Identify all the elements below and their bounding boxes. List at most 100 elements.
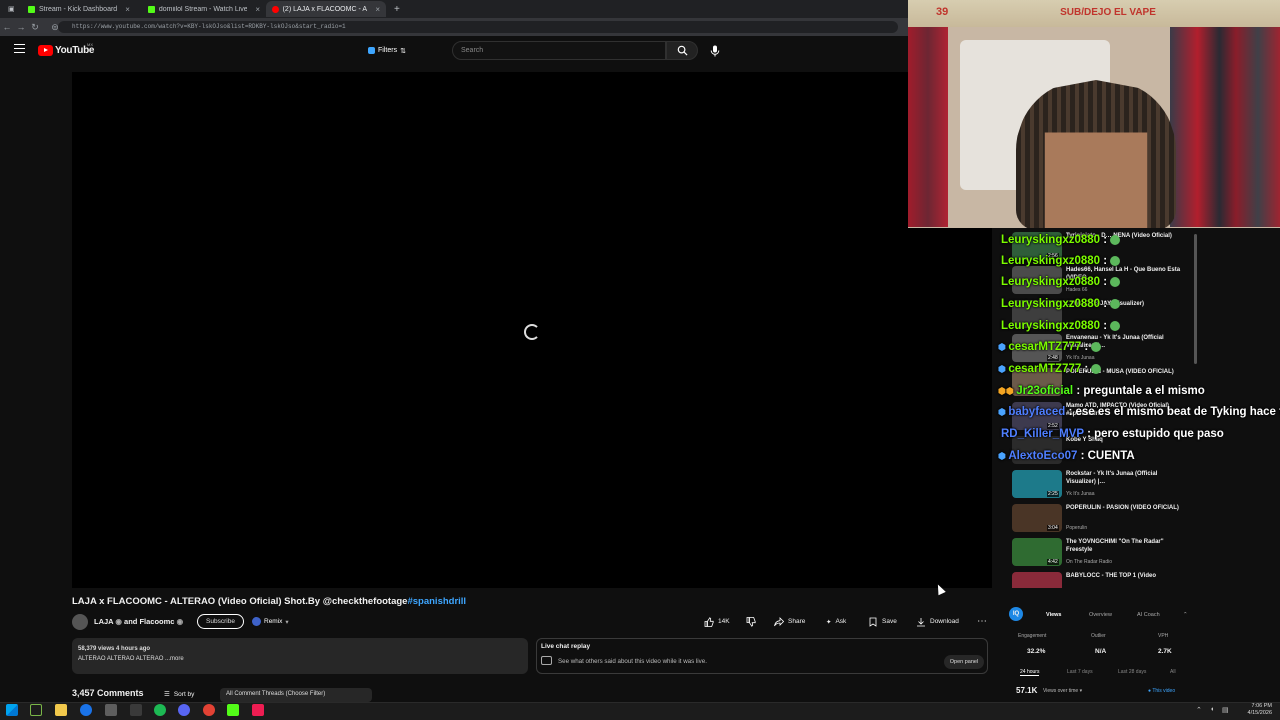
chat-username[interactable]: Leuryskingxz0880 xyxy=(1001,320,1100,332)
file-explorer-icon[interactable] xyxy=(55,704,67,716)
download-icon xyxy=(917,617,925,626)
chat-message: Leuryskingxz0880 : xyxy=(1001,276,1121,288)
range-7-days[interactable]: Last 7 days xyxy=(1067,669,1093,675)
ask-button[interactable]: ✦ Ask xyxy=(826,614,846,629)
chat-emote-icon xyxy=(1110,320,1121,331)
url-field[interactable]: https://www.youtube.com/watch?v=KBY-lskO… xyxy=(58,21,898,33)
range-all[interactable]: All xyxy=(1170,669,1176,675)
tab-youtube-video[interactable]: (2) LAJA x FLACOOMC - ALTERAO × xyxy=(266,1,386,17)
analytics-tab-ai-coach[interactable]: AI Coach xyxy=(1137,612,1160,618)
tab-kick-dashboard[interactable]: Stream - Kick Dashboard × xyxy=(22,1,142,17)
recommended-video-item[interactable]: BABYLOCC - THE TOP 1 (Video xyxy=(1012,572,1200,588)
chat-username[interactable]: Leuryskingxz0880 xyxy=(1001,276,1100,288)
range-28-days[interactable]: Last 28 days xyxy=(1118,669,1146,675)
start-icon[interactable] xyxy=(6,704,18,716)
voice-search-button[interactable] xyxy=(707,43,723,59)
chevron-up-icon[interactable]: ⌃ xyxy=(1196,706,1202,714)
video-duration: 4:42 xyxy=(1047,559,1059,565)
recommended-title[interactable]: The YOVNGCHIMI "On The Radar" Freestyle xyxy=(1066,538,1186,554)
recommended-title[interactable]: BABYLOCC - THE TOP 1 (Video xyxy=(1066,572,1186,580)
chat-username[interactable]: Leuryskingxz0880 xyxy=(1001,255,1100,267)
forward-icon[interactable]: → xyxy=(14,22,28,32)
pen-icon[interactable] xyxy=(130,704,142,716)
chat-badge-icon: ⬢ xyxy=(998,364,1009,374)
chat-message: ⬢ cesarMTZ777 : xyxy=(998,363,1102,375)
chat-message: Leuryskingxz0880 : xyxy=(1001,255,1121,267)
share-button[interactable]: Share xyxy=(774,614,805,629)
description-box[interactable]: 58,379 views 4 hours ago ALTERAO ALTERAO… xyxy=(72,638,528,674)
description-text[interactable]: ALTERAO ALTERAO ALTERAO ...more xyxy=(78,654,522,664)
app-icon[interactable] xyxy=(30,704,42,716)
recommended-video-item[interactable]: 4:42 The YOVNGCHIMI "On The Radar" Freest… xyxy=(1012,538,1200,572)
menu-icon[interactable] xyxy=(14,44,25,53)
remix-button[interactable]: Remix ▾ xyxy=(252,614,302,629)
chat-username[interactable]: Leuryskingxz0880 xyxy=(1001,298,1100,310)
chat-username[interactable]: Jr23oficial xyxy=(1016,385,1073,397)
speaker-icon[interactable]: ◖ xyxy=(1210,706,1214,713)
back-icon[interactable]: ← xyxy=(0,22,14,32)
channel-avatar[interactable] xyxy=(72,614,88,630)
channel-name[interactable]: LAJA ◉ and Flacoomc ◉ xyxy=(94,617,183,626)
analytics-tab-views[interactable]: Views xyxy=(1046,612,1062,618)
verified-icon: ◉ xyxy=(176,617,184,626)
more-actions-button[interactable]: ⋯ xyxy=(977,614,987,629)
reload-icon[interactable]: ↻ xyxy=(28,22,42,33)
views-over-time-dropdown[interactable]: Views over time ▾ xyxy=(1043,688,1082,694)
dislike-button[interactable] xyxy=(746,614,756,629)
tiktok-icon[interactable] xyxy=(252,704,264,716)
recommended-video-item[interactable]: 2:25 Rockstar - Yk It's Junaa (Official V… xyxy=(1012,470,1200,504)
search-button[interactable] xyxy=(666,41,698,60)
app-icon[interactable] xyxy=(105,704,117,716)
collab-text[interactable]: and Flacoomc xyxy=(124,617,174,626)
chrome-icon[interactable] xyxy=(203,704,215,716)
kick-favicon-icon xyxy=(148,5,155,13)
edge-browser-icon[interactable] xyxy=(80,704,92,716)
total-views: 57.1K xyxy=(1016,686,1038,695)
recommended-video-item[interactable]: 3:04 POPERULIN - PASION (VIDEO OFICIAL) Po… xyxy=(1012,504,1200,538)
chat-username[interactable]: babyfaced xyxy=(1008,406,1065,418)
network-icon[interactable]: ▤ xyxy=(1222,706,1229,714)
recommended-title[interactable]: POPERULIN - PASION (VIDEO OFICIAL) xyxy=(1066,504,1186,512)
filters-label: Filters xyxy=(378,47,398,54)
youtube-logo-icon[interactable] xyxy=(38,45,53,56)
chat-username[interactable]: cesarMTZ777 xyxy=(1008,363,1081,375)
sort-by-button[interactable]: ☰ Sort by xyxy=(164,690,194,699)
tab-kick-stream[interactable]: domiilol Stream - Watch Live on Kick × xyxy=(142,1,266,17)
chat-text: : CUENTA xyxy=(1077,450,1135,462)
vph-header: VPH xyxy=(1158,633,1169,639)
video-duration: 2:25 xyxy=(1047,491,1059,497)
discord-icon[interactable] xyxy=(178,704,190,716)
video-title: LAJA x FLACOOMC - ALTERAO (Video Oficial… xyxy=(72,596,466,607)
spotify-icon[interactable] xyxy=(154,704,166,716)
close-tab-icon[interactable]: × xyxy=(125,5,130,14)
chat-username[interactable]: Leuryskingxz0880 xyxy=(1001,234,1100,246)
system-clock[interactable]: 7:06 PM 4/15/2026 xyxy=(1248,703,1272,717)
download-button[interactable]: Download xyxy=(916,614,959,629)
recommended-title[interactable]: Rockstar - Yk It's Junaa (Official Visua… xyxy=(1066,470,1186,486)
chat-username[interactable]: AlextoEco07 xyxy=(1008,450,1077,462)
filters-button[interactable]: Filters ⇅ xyxy=(362,43,412,58)
chat-username[interactable]: cesarMTZ777 xyxy=(1008,341,1081,353)
tab-overview-icon[interactable]: ▣ xyxy=(2,1,18,17)
chat-emote-icon xyxy=(1110,298,1121,309)
analytics-tab-overview[interactable]: Overview xyxy=(1089,612,1112,618)
hashtag-link[interactable]: #spanishdrill xyxy=(407,596,466,607)
open-panel-button[interactable]: Open panel xyxy=(944,655,984,669)
subscribe-button[interactable]: Subscribe xyxy=(197,614,244,629)
channel-name-text[interactable]: LAJA xyxy=(94,617,113,626)
range-24-hours[interactable]: 24 hours xyxy=(1020,669,1040,676)
close-tab-icon[interactable]: × xyxy=(375,5,380,14)
comment-filter-dropdown[interactable]: All Comment Threads (Choose Filter) xyxy=(220,688,372,702)
save-button[interactable]: Save xyxy=(868,614,897,629)
collapse-icon[interactable]: ⌃ xyxy=(1183,612,1188,618)
kick-icon[interactable] xyxy=(227,704,239,716)
sidebar-scrollbar[interactable] xyxy=(1194,234,1197,364)
video-thumbnail[interactable] xyxy=(1012,572,1062,588)
new-tab-button[interactable]: + xyxy=(388,1,402,17)
recommended-channel: Poperulin xyxy=(1066,525,1088,531)
comments-count: 3,457 Comments xyxy=(72,688,144,698)
chat-username[interactable]: RD_Killer_MVP xyxy=(1001,428,1084,440)
like-button[interactable]: 14K xyxy=(704,614,730,629)
search-input[interactable]: Search xyxy=(452,41,666,60)
close-tab-icon[interactable]: × xyxy=(255,5,260,14)
